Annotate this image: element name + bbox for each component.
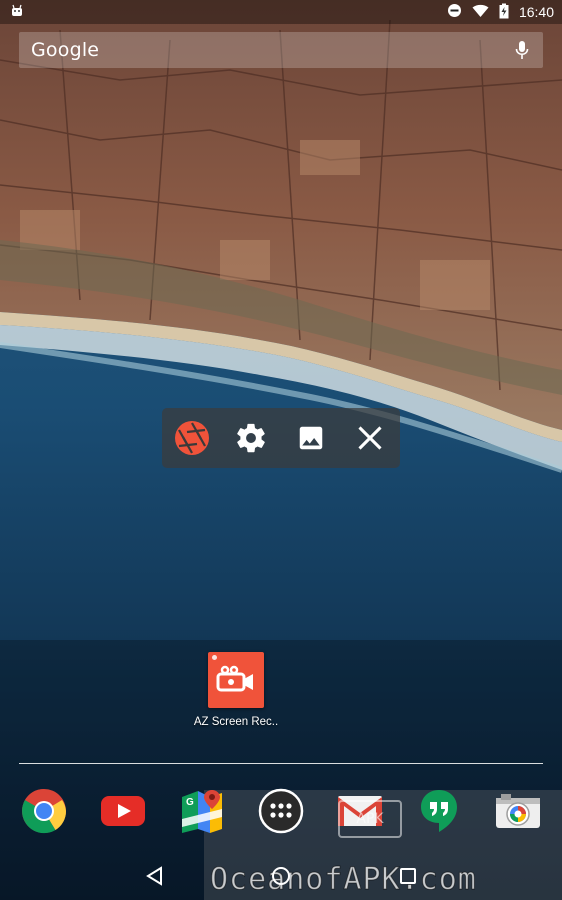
record-shutter-icon[interactable] bbox=[172, 418, 212, 458]
home-icon[interactable] bbox=[257, 852, 305, 900]
status-bar: 16:40 bbox=[0, 0, 562, 24]
recording-dot bbox=[212, 655, 217, 660]
android-debug-icon bbox=[10, 4, 24, 21]
dock-divider bbox=[19, 763, 543, 764]
az-screen-recorder-shortcut[interactable]: AZ Screen Rec.. bbox=[186, 652, 286, 728]
app-drawer-icon[interactable] bbox=[253, 783, 309, 839]
svg-text:G: G bbox=[186, 797, 194, 808]
recorder-floating-toolbar bbox=[162, 408, 400, 468]
youtube-icon[interactable] bbox=[95, 783, 151, 839]
back-icon[interactable] bbox=[130, 852, 178, 900]
hangouts-icon[interactable] bbox=[411, 783, 467, 839]
settings-icon[interactable] bbox=[231, 418, 271, 458]
camera-icon[interactable] bbox=[490, 783, 546, 839]
battery-charging-icon bbox=[499, 3, 509, 22]
video-camera-icon[interactable] bbox=[208, 652, 264, 708]
app-label: AZ Screen Rec.. bbox=[193, 716, 279, 728]
status-time: 16:40 bbox=[518, 4, 554, 20]
watermark-logo: APK bbox=[338, 800, 402, 838]
recents-icon[interactable] bbox=[384, 852, 432, 900]
gallery-icon[interactable] bbox=[291, 418, 331, 458]
google-search-bar[interactable]: Google bbox=[19, 32, 543, 68]
dock: G bbox=[0, 780, 562, 842]
google-logo-text: Google bbox=[31, 39, 100, 61]
wifi-icon bbox=[472, 4, 489, 21]
maps-icon[interactable]: G bbox=[174, 783, 230, 839]
chrome-icon[interactable] bbox=[16, 783, 72, 839]
navigation-bar bbox=[0, 852, 562, 900]
do-not-disturb-icon bbox=[447, 3, 462, 21]
mic-icon[interactable] bbox=[515, 40, 543, 60]
close-icon[interactable] bbox=[350, 418, 390, 458]
